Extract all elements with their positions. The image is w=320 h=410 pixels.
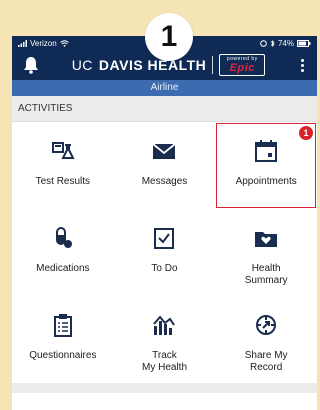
phone-screen: Verizon 74% UC DAVIS HEALTH powered by E… — [12, 36, 317, 410]
tile-label: Questionnaires — [29, 350, 97, 361]
tile-medications[interactable]: Medications — [12, 209, 114, 296]
alarm-icon — [260, 39, 267, 47]
epic-badge: powered by Epic — [219, 54, 266, 76]
pill-icon — [55, 227, 72, 248]
tile-label: Health Summary — [244, 263, 288, 286]
brand-uc: UC — [71, 57, 93, 73]
subheader-text: Airline — [150, 82, 179, 93]
section-label: ACTIVITIES — [18, 103, 73, 114]
envelope-icon — [152, 143, 177, 159]
brand-name: DAVIS HEALTH — [98, 57, 207, 73]
bottom-strip — [12, 383, 317, 393]
test-results-icon — [51, 142, 75, 159]
tile-label: Appointments — [235, 176, 297, 187]
tile-label: To Do — [151, 263, 178, 274]
tile-messages[interactable]: Messages — [114, 122, 216, 209]
notification-badge: 1 — [298, 126, 313, 140]
tile-label: Track My Health — [141, 350, 187, 373]
notifications-button[interactable] — [20, 56, 42, 74]
tile-label: Messages — [141, 176, 188, 187]
clipboard-icon — [53, 314, 72, 337]
tile-track-my-health[interactable]: Track My Health — [114, 296, 216, 383]
tile-questionnaires[interactable]: Questionnaires — [12, 296, 114, 383]
signal-icon — [18, 39, 27, 47]
tile-share-my-record[interactable]: Share My Record — [215, 296, 317, 383]
tile-label: Share My Record — [244, 350, 288, 373]
tile-to-do[interactable]: To Do — [114, 209, 216, 296]
battery-percent: 74% — [277, 38, 294, 48]
chart-icon — [153, 315, 176, 335]
bell-icon — [24, 57, 38, 74]
folder-heart-icon — [255, 232, 278, 247]
menu-dots-icon[interactable] — [295, 58, 309, 72]
carrier-name: Verizon — [30, 38, 57, 48]
status-right: 74% — [260, 39, 311, 48]
bluetooth-icon — [270, 39, 275, 47]
status-left: Verizon — [18, 39, 69, 48]
tile-label: Medications — [36, 263, 90, 274]
tile-health-summary[interactable]: Health Summary — [215, 209, 317, 296]
wifi-icon — [59, 39, 69, 47]
subheader-bar: Airline — [12, 80, 317, 96]
tile-label: Test Results — [35, 176, 91, 187]
share-record-icon — [256, 315, 277, 335]
logo-divider — [212, 56, 214, 74]
activities-grid: Test Results Messages 1 Appointments Med… — [12, 122, 317, 383]
battery-icon — [297, 39, 311, 47]
epic-logo-text: Epic — [229, 62, 255, 74]
step-number-badge: 1 — [145, 13, 193, 61]
tile-test-results[interactable]: Test Results — [12, 122, 114, 209]
calendar-icon — [255, 140, 278, 162]
activities-section-header: ACTIVITIES — [12, 96, 317, 122]
checklist-icon — [154, 228, 175, 249]
tile-appointments[interactable]: 1 Appointments — [215, 122, 317, 209]
